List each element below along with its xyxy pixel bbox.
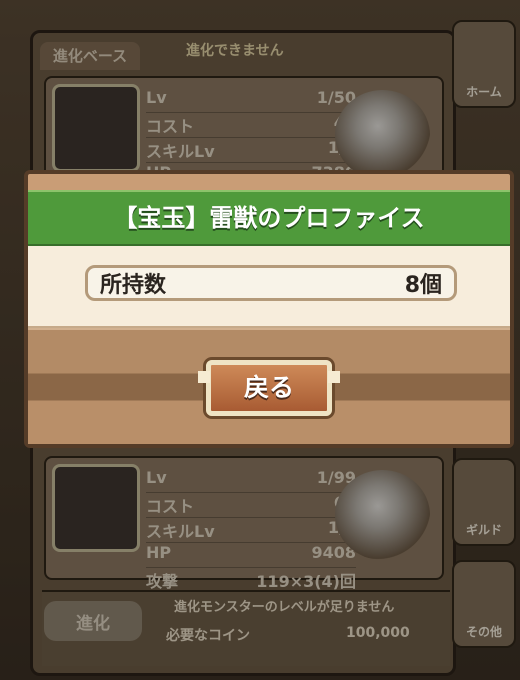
owned-count-row: 所持数 8個 (85, 265, 457, 301)
owned-count-value: 8個 (404, 273, 442, 298)
dialog-action-area: 戻る (28, 328, 510, 444)
owned-count-label: 所持数 (100, 273, 167, 298)
dialog-body: 所持数 8個 (28, 246, 510, 328)
dialog-title: 【宝玉】雷獣のプロファイス (28, 190, 510, 247)
item-count-dialog: 【宝玉】雷獣のプロファイス 所持数 8個 戻る (24, 170, 514, 448)
back-button[interactable]: 戻る (198, 360, 340, 416)
